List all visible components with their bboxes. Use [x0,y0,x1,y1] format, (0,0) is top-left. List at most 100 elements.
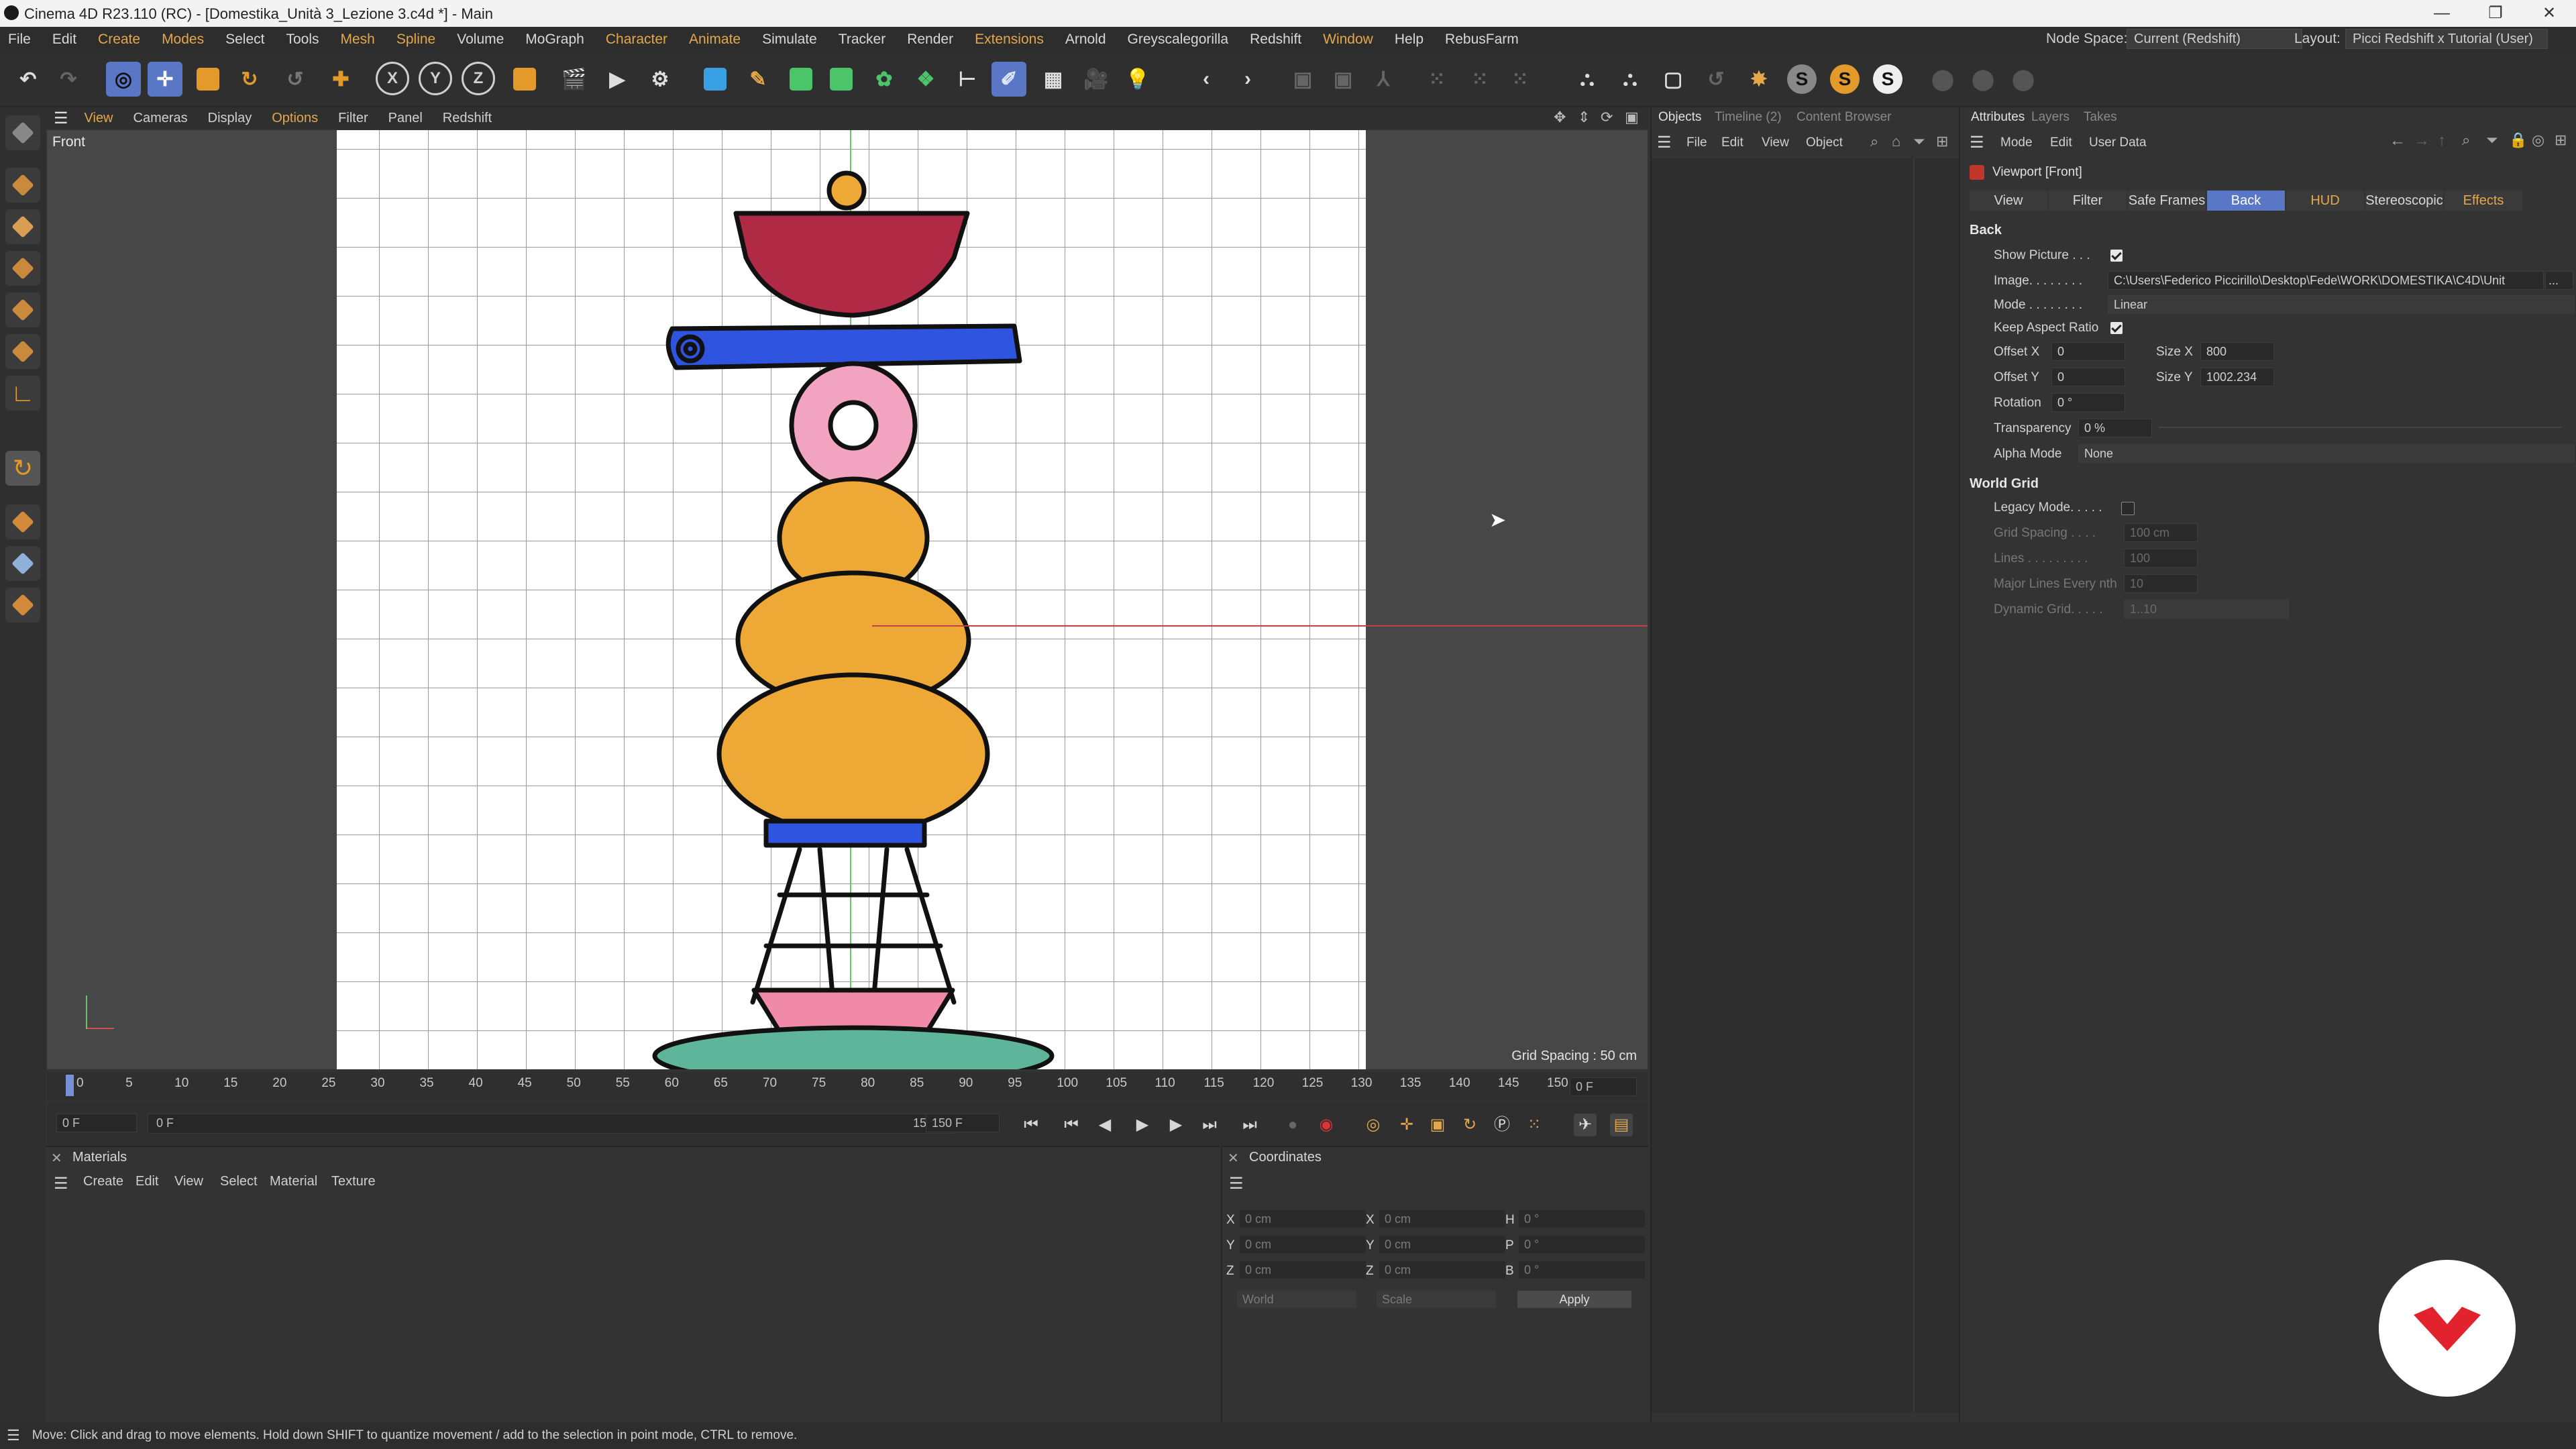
menu-window[interactable]: Window [1323,32,1373,48]
axis-z-lock-button[interactable]: Z [462,62,495,95]
objects-menu-edit[interactable]: Edit [1721,136,1743,150]
make-editable-icon[interactable] [5,115,40,150]
go-to-start-2-icon[interactable]: ⏮ [1060,1114,1083,1136]
viewport-menu-options[interactable]: Options [272,111,318,126]
materials-hamburger-icon[interactable]: ☰ [54,1174,68,1193]
coord-pos-x[interactable]: 0 cm [1240,1210,1366,1228]
subtab-stereoscopic[interactable]: Stereoscopic [2365,191,2443,211]
objects-menu-view[interactable]: View [1762,136,1789,150]
viewport-maximize-icon[interactable]: ▣ [1625,109,1639,126]
menu-select[interactable]: Select [225,32,264,48]
menu-mesh[interactable]: Mesh [341,32,375,48]
grid-spacing-field[interactable]: 100 cm [2124,523,2198,542]
light-icon[interactable]: 💡 [1120,62,1155,97]
transform-tool-icon[interactable]: ✚ [323,62,358,97]
rotate-tool-icon[interactable]: ↻ [232,62,267,97]
coordinates-hamburger-icon[interactable]: ☰ [1229,1174,1244,1193]
size-x-field[interactable]: 800 [2200,342,2274,361]
attributes-search-icon[interactable]: ⌕ [2462,131,2470,149]
edges-mode-icon[interactable] [5,292,40,327]
extra-icon-1[interactable]: ⬤ [1925,62,1960,97]
coord-pos-z[interactable]: 0 cm [1240,1261,1366,1279]
tab-content-browser[interactable]: Content Browser [1796,110,1892,125]
key-scale-icon[interactable]: ▣ [1426,1114,1449,1136]
restore-button[interactable]: ❐ [2469,0,2522,27]
pen-spline-icon[interactable]: ✎ [741,62,775,97]
coord-pos-y[interactable]: 0 cm [1240,1236,1366,1253]
menu-arnold[interactable]: Arnold [1065,32,1106,48]
s-button-3[interactable]: S [1870,62,1905,97]
subtab-view[interactable]: View [1970,191,2047,211]
grid-dots-icon-3[interactable]: ⁙ [1503,62,1538,97]
menu-extensions[interactable]: Extensions [975,32,1044,48]
polygons-mode-icon[interactable] [5,334,40,369]
end-frame-field[interactable]: 150 F [926,1114,1000,1132]
materials-menu-edit[interactable]: Edit [136,1174,158,1189]
new-window-icon[interactable]: ⊞ [1936,133,1948,150]
lock-icon[interactable]: 🔒 [2509,131,2527,149]
subtab-hud[interactable]: HUD [2286,191,2364,211]
coord-size-z[interactable]: 0 cm [1379,1261,1505,1279]
axis-y-lock-button[interactable]: Y [419,62,452,95]
attributes-filter-icon[interactable]: ⏷ [2486,131,2498,149]
axis-mode-icon[interactable]: ∟ [5,376,40,411]
sketch-icon[interactable]: ✐ [991,62,1026,97]
attributes-menu-mode[interactable]: Mode [2000,136,2033,150]
snap-icon[interactable]: ↻ [5,451,40,486]
menu-create[interactable]: Create [98,32,140,48]
s-button-2[interactable]: S [1827,62,1862,97]
lock-workplane-icon[interactable] [5,588,40,623]
close-button[interactable]: ✕ [2522,0,2576,27]
key-pla-icon[interactable]: ⁙ [1523,1114,1546,1136]
forward-arrow-icon[interactable]: → [2414,131,2430,150]
menu-mograph[interactable]: MoGraph [525,32,584,48]
viewport-rotate-icon[interactable]: ⟳ [1601,109,1613,126]
menu-help[interactable]: Help [1395,32,1424,48]
coordinate-system-icon[interactable] [507,62,542,97]
attributes-menu-userdata[interactable]: User Data [2089,136,2147,150]
grid-dots-icon-1[interactable]: ⁙ [1419,62,1454,97]
playhead[interactable] [66,1075,74,1096]
image-browse-button[interactable]: ... [2545,271,2573,290]
keyframe-selection-icon[interactable]: ◎ [1362,1114,1385,1136]
record-disabled-icon[interactable]: ● [1281,1114,1304,1136]
camera-icon[interactable]: 🎥 [1079,62,1114,97]
menu-render[interactable]: Render [907,32,953,48]
back-arrow-icon[interactable]: ← [2390,131,2406,150]
axis-x-lock-button[interactable]: X [376,62,409,95]
previous-frame-icon[interactable]: ◀ [1093,1114,1116,1136]
materials-menu-texture[interactable]: Texture [331,1174,376,1189]
coord-rot-b[interactable]: 0 ° [1519,1261,1645,1279]
play-icon[interactable]: ▶ [1131,1114,1154,1136]
model-mode-icon[interactable] [5,168,40,203]
viewport-menu-filter[interactable]: Filter [338,111,368,126]
alpha-mode-dropdown[interactable]: None [2078,444,2575,463]
materials-menu-create[interactable]: Create [83,1174,123,1189]
materials-menu-material[interactable]: Material [270,1174,317,1189]
objects-menu-object[interactable]: Object [1806,136,1843,150]
live-selection-icon[interactable]: ◎ [106,62,141,97]
effector-icon[interactable]: ❖ [908,62,943,97]
show-picture-checkbox[interactable] [2110,250,2123,262]
filter-icon[interactable]: ⏷ [1913,133,1925,150]
viewport-move-icon[interactable]: ✥ [1554,109,1566,126]
attributes-menu-edit[interactable]: Edit [2050,136,2072,150]
rs-lights-icon-2[interactable]: ⛬ [1613,62,1648,97]
coord-apply-button[interactable]: Apply [1517,1291,1631,1308]
image-path-field[interactable]: C:\Users\Federico Piccirillo\Desktop\Fed… [2108,271,2544,290]
undo-icon[interactable]: ↶ [11,62,46,97]
lines-field[interactable]: 100 [2124,549,2198,568]
tab-layers[interactable]: Layers [2031,110,2070,125]
cube-object-icon[interactable] [698,62,733,97]
extra-icon-3[interactable]: ⬤ [2006,62,2041,97]
scale-tool-icon[interactable] [191,62,225,97]
deformer-icon[interactable]: ⊢ [950,62,985,97]
rotation-field[interactable]: 0 ° [2051,393,2125,412]
materials-menu-view[interactable]: View [174,1174,203,1189]
attributes-hamburger-icon[interactable]: ☰ [1970,133,1984,152]
attributes-new-window-icon[interactable]: ⊞ [2555,131,2567,149]
grid-mode-icon[interactable] [5,546,40,581]
objects-hamburger-icon[interactable]: ☰ [1657,133,1672,152]
menu-volume[interactable]: Volume [457,32,504,48]
menu-rebusfarm[interactable]: RebusFarm [1445,32,1519,48]
